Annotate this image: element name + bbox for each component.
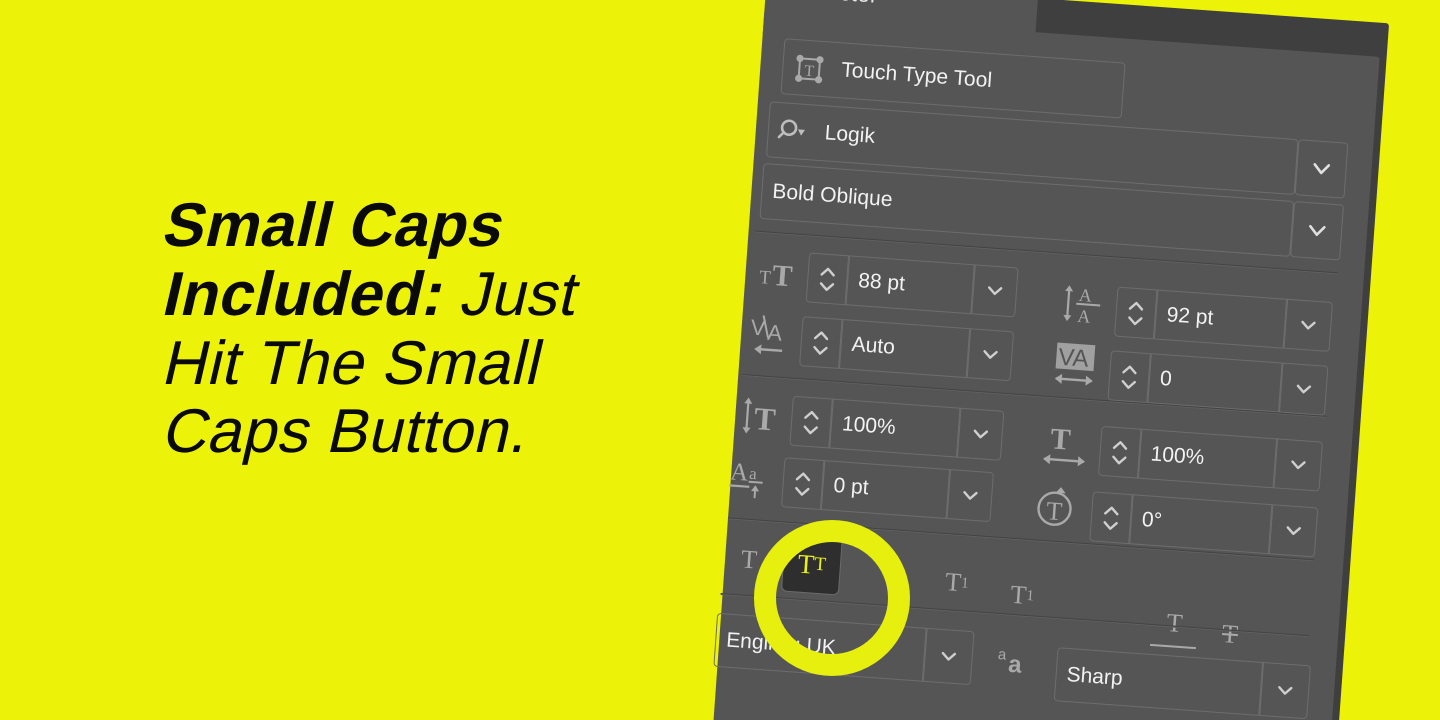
specimen-line-1: Small Caps	[157, 191, 712, 260]
svg-text:A: A	[767, 320, 784, 346]
specimen-line-3: Hit The Small	[157, 329, 712, 398]
superscript-glyph: T	[944, 567, 963, 598]
language-dropdown-button[interactable]	[922, 627, 975, 686]
horizontal-scale-icon: T	[1040, 422, 1095, 472]
superscript-sup: 1	[960, 574, 970, 592]
kerning-icon: V A	[748, 310, 799, 359]
specimen-line-2-bold: Included:	[157, 259, 454, 329]
svg-text:a: a	[997, 646, 1007, 664]
kerning-value: Auto	[850, 332, 896, 359]
tracking-stepper[interactable]	[1107, 350, 1151, 404]
vertical-scale-dropdown-button[interactable]	[956, 407, 1005, 461]
chevron-down-icon	[1311, 161, 1332, 176]
baseline-shift-icon: A a	[727, 455, 780, 502]
character-rotation-icon: T	[1032, 483, 1083, 534]
horizontal-scale-dropdown-button[interactable]	[1273, 438, 1323, 492]
character-rotation-stepper[interactable]	[1089, 491, 1133, 545]
baseline-shift-input[interactable]: 0 pt	[820, 460, 951, 520]
font-family-dropdown-button[interactable]	[1294, 139, 1349, 199]
vertical-scale-input[interactable]: 100%	[829, 398, 961, 458]
character-rotation-value: 0°	[1141, 508, 1163, 533]
strikethrough-button[interactable]: T	[1205, 610, 1254, 659]
tracking-dropdown-button[interactable]	[1278, 362, 1329, 416]
underline-glyph: T	[1165, 608, 1184, 639]
specimen-text-block: Small Caps Included: Just Hit The Small …	[157, 191, 698, 471]
svg-text:a: a	[749, 464, 758, 484]
font-style-value: Bold Oblique	[771, 179, 894, 212]
svg-text:T: T	[1049, 422, 1071, 456]
font-size-stepper[interactable]	[805, 252, 850, 306]
touch-type-tool-label: Touch Type Tool	[840, 58, 993, 93]
font-size-icon: T T	[756, 253, 805, 296]
font-style-dropdown-button[interactable]	[1290, 201, 1345, 261]
svg-text:A: A	[1078, 285, 1092, 306]
svg-text:A: A	[1077, 306, 1091, 327]
kerning-input[interactable]: Auto	[838, 319, 971, 379]
horizontal-scale-stepper[interactable]	[1097, 425, 1142, 479]
character-rotation-input[interactable]: 0°	[1129, 494, 1273, 555]
leading-icon: A A	[1059, 281, 1108, 330]
tracking-icon: VA	[1052, 340, 1103, 391]
svg-text:T: T	[1045, 496, 1063, 526]
font-search-icon	[777, 116, 813, 146]
specimen-line-4-text: Caps Button.	[157, 397, 538, 467]
specimen-line-1-text: Small Caps	[157, 191, 513, 260]
horizontal-scale-value: 100%	[1149, 442, 1206, 470]
font-family-value: Logik	[823, 121, 876, 148]
specimen-line-2-light: Just	[455, 259, 587, 329]
character-rotation-dropdown-button[interactable]	[1268, 504, 1319, 558]
svg-text:A: A	[729, 458, 749, 486]
anti-aliasing-value: Sharp	[1065, 663, 1124, 690]
small-caps-highlight-ring	[754, 520, 910, 676]
superscript-button[interactable]: T 1	[932, 558, 981, 607]
svg-text:a: a	[1007, 651, 1023, 679]
svg-text:T: T	[759, 267, 772, 289]
all-caps-glyph: T	[740, 544, 759, 575]
vertical-scale-value: 100%	[841, 412, 897, 440]
anti-aliasing-dropdown-button[interactable]	[1259, 662, 1311, 720]
svg-text:T: T	[771, 259, 793, 293]
baseline-shift-dropdown-button[interactable]	[946, 469, 994, 523]
specimen-line-3-text: Hit The Small	[157, 328, 551, 398]
font-size-dropdown-button[interactable]	[971, 264, 1019, 318]
leading-input[interactable]: 92 pt	[1153, 289, 1288, 349]
strikethrough-glyph: T	[1221, 619, 1239, 650]
font-size-input[interactable]: 88 pt	[845, 255, 975, 315]
baseline-shift-stepper[interactable]	[780, 457, 825, 510]
subscript-sub: 1	[1025, 587, 1035, 604]
subscript-glyph: T	[1009, 579, 1028, 610]
svg-text:T: T	[753, 400, 777, 437]
kerning-dropdown-button[interactable]	[966, 328, 1015, 382]
anti-aliasing-icon: a a	[995, 641, 1044, 684]
font-size-value: 88 pt	[857, 269, 906, 296]
kerning-stepper[interactable]	[799, 316, 843, 369]
svg-text:VA: VA	[1057, 344, 1089, 373]
leading-stepper[interactable]	[1113, 286, 1158, 340]
chevron-down-icon	[1307, 223, 1328, 238]
vertical-scale-icon: T	[738, 394, 789, 439]
svg-text:T: T	[804, 63, 815, 81]
horizontal-scale-input[interactable]: 100%	[1137, 428, 1278, 489]
vertical-scale-stepper[interactable]	[789, 395, 833, 449]
specimen-line-2: Included: Just	[157, 260, 712, 329]
leading-dropdown-button[interactable]	[1283, 298, 1334, 352]
touch-type-tool-icon: T	[792, 52, 826, 86]
leading-value: 92 pt	[1165, 303, 1215, 330]
baseline-shift-value: 0 pt	[832, 473, 870, 500]
specimen-line-4: Caps Button.	[157, 397, 712, 466]
tracking-value: 0	[1159, 366, 1173, 391]
